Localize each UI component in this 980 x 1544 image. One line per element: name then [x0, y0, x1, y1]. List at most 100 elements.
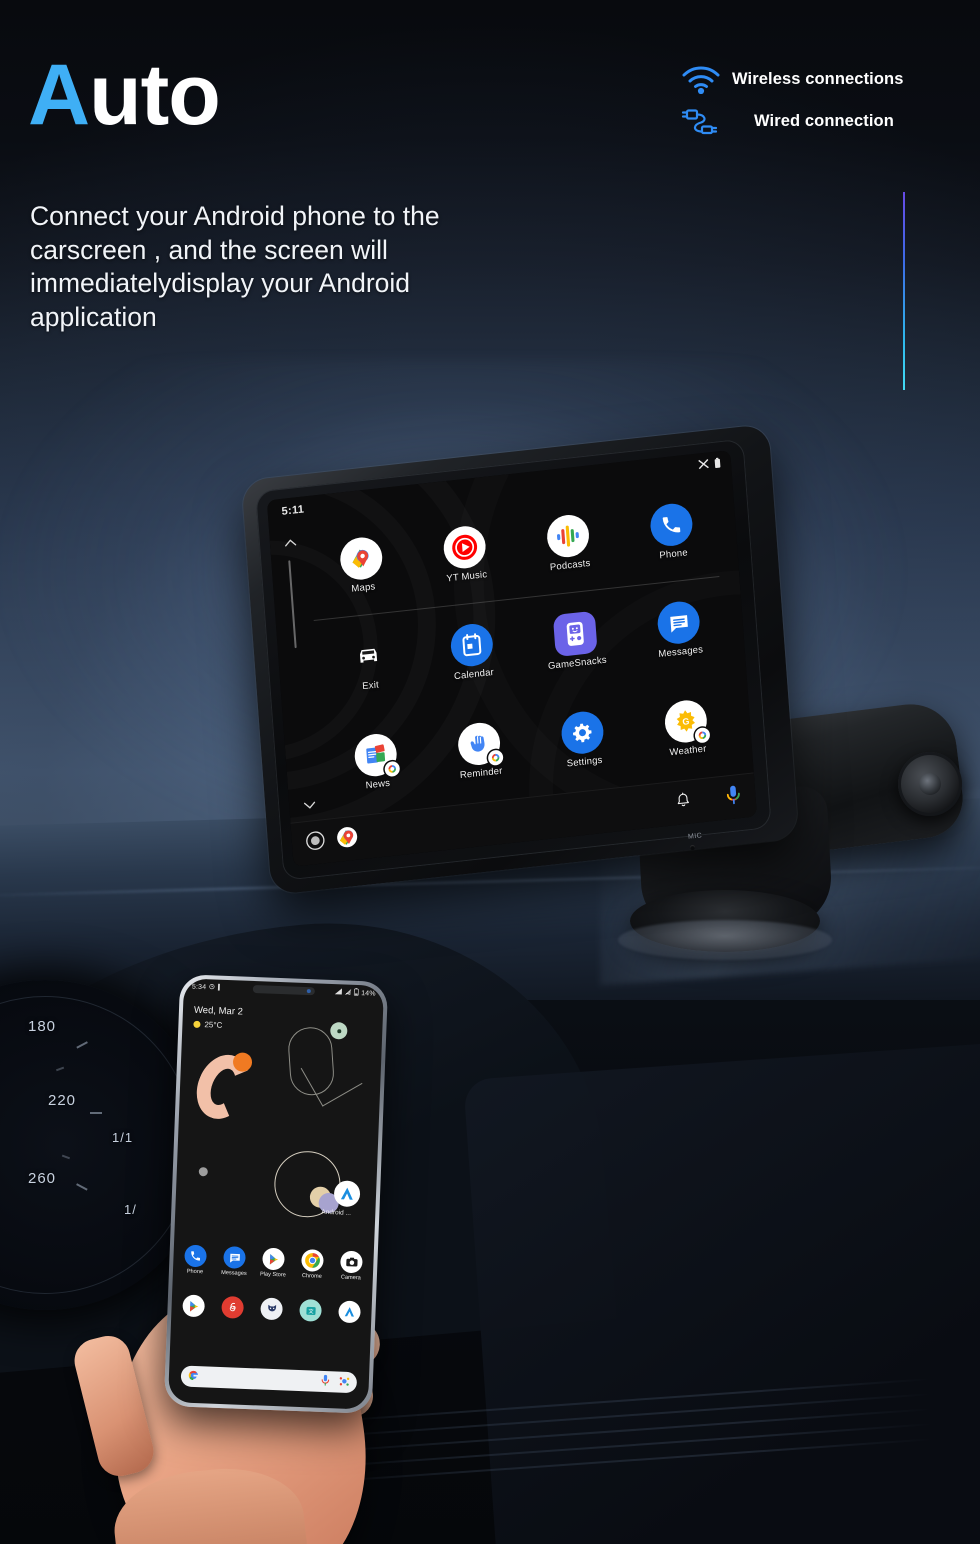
car-app-messages[interactable]: Messages	[625, 596, 732, 663]
car-app-calendar[interactable]: Calendar	[419, 619, 526, 686]
badge-wireless: Wireless connections	[670, 58, 980, 100]
widget-temperature: 25°C	[204, 1020, 223, 1030]
suction-mount-icon	[618, 920, 832, 960]
phone-app-play-store[interactable]: Play Store	[258, 1247, 289, 1278]
car-app-reminder[interactable]: Reminder	[426, 717, 533, 784]
chevron-up-icon[interactable]	[283, 533, 297, 552]
car-app-label: GameSnacks	[547, 654, 608, 673]
android-phone: 5:34 14% Wed, Mar 2 25°C Android ... Pho…	[163, 974, 389, 1414]
google-news-icon	[353, 731, 401, 778]
page-subtitle: Connect your Android phone to the carscr…	[30, 201, 440, 332]
weather-sun-icon: G	[663, 697, 711, 745]
signal-off-icon	[698, 456, 710, 475]
phone-app-label: Camera	[340, 1274, 361, 1282]
car-head-unit: 5:11 Maps YT Music Podcasts Phone Exit C…	[241, 423, 799, 896]
car-app-news[interactable]: News	[322, 728, 429, 795]
car-app-label: Exit	[361, 679, 380, 693]
silent-icon	[345, 988, 352, 997]
car-app-label: News	[365, 777, 391, 791]
chrome-icon	[301, 1249, 324, 1272]
car-app-weather[interactable]: G Weather	[633, 694, 740, 761]
signal-icon	[335, 987, 343, 997]
phone-app-label: Phone	[186, 1268, 204, 1276]
connection-badges: Wireless connections Wired connection	[670, 58, 980, 142]
car-clock: 5:11	[281, 503, 305, 518]
android-auto-icon	[338, 1300, 361, 1324]
battery-icon	[354, 988, 360, 998]
translate-app-icon: 文	[299, 1298, 322, 1322]
phone-dock-row: Phone Messages Play Store Chrome Camera	[180, 1244, 367, 1281]
google-lens-icon[interactable]	[338, 1373, 350, 1391]
phone-app-messages[interactable]: Messages	[219, 1246, 250, 1277]
phone-battery-percent: 14%	[361, 989, 376, 998]
gauge-number-220: 220	[48, 1092, 77, 1109]
netease-music-icon	[221, 1296, 245, 1319]
google-search-bar[interactable]	[180, 1365, 358, 1394]
gauge-number-260: 260	[28, 1170, 57, 1187]
google-maps-icon	[338, 535, 384, 582]
battery-icon	[713, 455, 721, 474]
bell-icon[interactable]	[674, 791, 693, 815]
mic-label: MIC	[687, 832, 703, 841]
car-app-podcasts[interactable]: Podcasts	[515, 510, 622, 577]
phone-at-a-glance-widget[interactable]: Wed, Mar 2 25°C	[193, 1005, 243, 1031]
phone-app-phone[interactable]: Phone	[180, 1244, 211, 1275]
car-app-phone[interactable]: Phone	[618, 498, 725, 565]
phone-icon	[184, 1244, 207, 1268]
widget-date: Wed, Mar 2	[193, 1004, 244, 1018]
badge-wireless-label: Wireless connections	[732, 69, 904, 88]
google-badge-icon	[487, 748, 504, 766]
sunny-weather-icon	[193, 1020, 201, 1028]
page-title: Auto	[28, 52, 221, 138]
car-app-gamesnacks[interactable]: GameSnacks	[522, 608, 629, 675]
google-maps-icon[interactable]	[336, 825, 359, 853]
car-app-label: Settings	[566, 754, 603, 770]
google-badge-icon	[694, 726, 711, 744]
youtube-music-icon	[442, 524, 488, 571]
android-auto-icon[interactable]	[333, 1180, 361, 1208]
mic-icon[interactable]	[320, 1372, 330, 1390]
car-app-label: Maps	[351, 581, 376, 595]
phone-app-camera[interactable]: Camera	[336, 1250, 367, 1281]
phone-app-translate[interactable]: 文	[295, 1298, 326, 1322]
google-podcasts-icon	[545, 512, 591, 560]
android-auto-label: Android ...	[321, 1208, 352, 1217]
messages-icon	[656, 599, 702, 647]
car-screen[interactable]: 5:11 Maps YT Music Podcasts Phone Exit C…	[266, 450, 757, 867]
car-app-yt-music[interactable]: YT Music	[411, 521, 518, 588]
phone-app-netease-music[interactable]	[217, 1296, 248, 1319]
mount-adjust-knob[interactable]	[898, 752, 962, 816]
badge-wired-label: Wired connection	[754, 111, 894, 130]
play-store-icon	[182, 1294, 206, 1318]
svg-text:G: G	[682, 716, 690, 727]
google-assistant-mic-icon[interactable]	[725, 784, 743, 811]
car-app-label: Podcasts	[549, 557, 591, 574]
usb-cable-icon	[670, 106, 732, 136]
alarm-icon	[209, 983, 215, 991]
phone-app-label: Messages	[221, 1269, 247, 1277]
badge-wired: Wired connection	[670, 100, 980, 142]
notification-dot-icon	[217, 983, 221, 992]
car-app-label: Reminder	[459, 765, 503, 781]
accent-divider-line	[903, 192, 905, 390]
phone-app-label: Chrome	[301, 1273, 322, 1280]
page-title-rest: uto	[89, 47, 221, 143]
marketing-page: 180 220 260 1/1 1/ Auto Connect your And…	[0, 0, 980, 1544]
car-app-settings[interactable]: Settings	[529, 706, 636, 773]
car-app-exit[interactable]: Exit	[315, 630, 422, 697]
phone-app-cat[interactable]	[256, 1297, 287, 1321]
phone-app-label: Play Store	[259, 1271, 286, 1279]
phone-app-chrome[interactable]: Chrome	[297, 1249, 328, 1280]
phone-screen[interactable]: 5:34 14% Wed, Mar 2 25°C Android ... Pho…	[167, 978, 385, 1410]
car-app-label: Weather	[669, 742, 707, 758]
car-app-maps[interactable]: Maps	[308, 532, 415, 599]
gauge-number-180: 180	[28, 1018, 57, 1035]
gamesnacks-icon	[552, 611, 598, 658]
phone-app-android-auto[interactable]	[334, 1300, 365, 1324]
apps-launcher-icon[interactable]	[305, 830, 326, 856]
play-store-icon	[262, 1247, 285, 1271]
settings-gear-icon	[560, 709, 605, 756]
phone-app-play-store-2[interactable]	[178, 1294, 209, 1318]
chevron-down-icon[interactable]	[302, 796, 316, 815]
phone-clock: 5:34	[191, 983, 207, 991]
